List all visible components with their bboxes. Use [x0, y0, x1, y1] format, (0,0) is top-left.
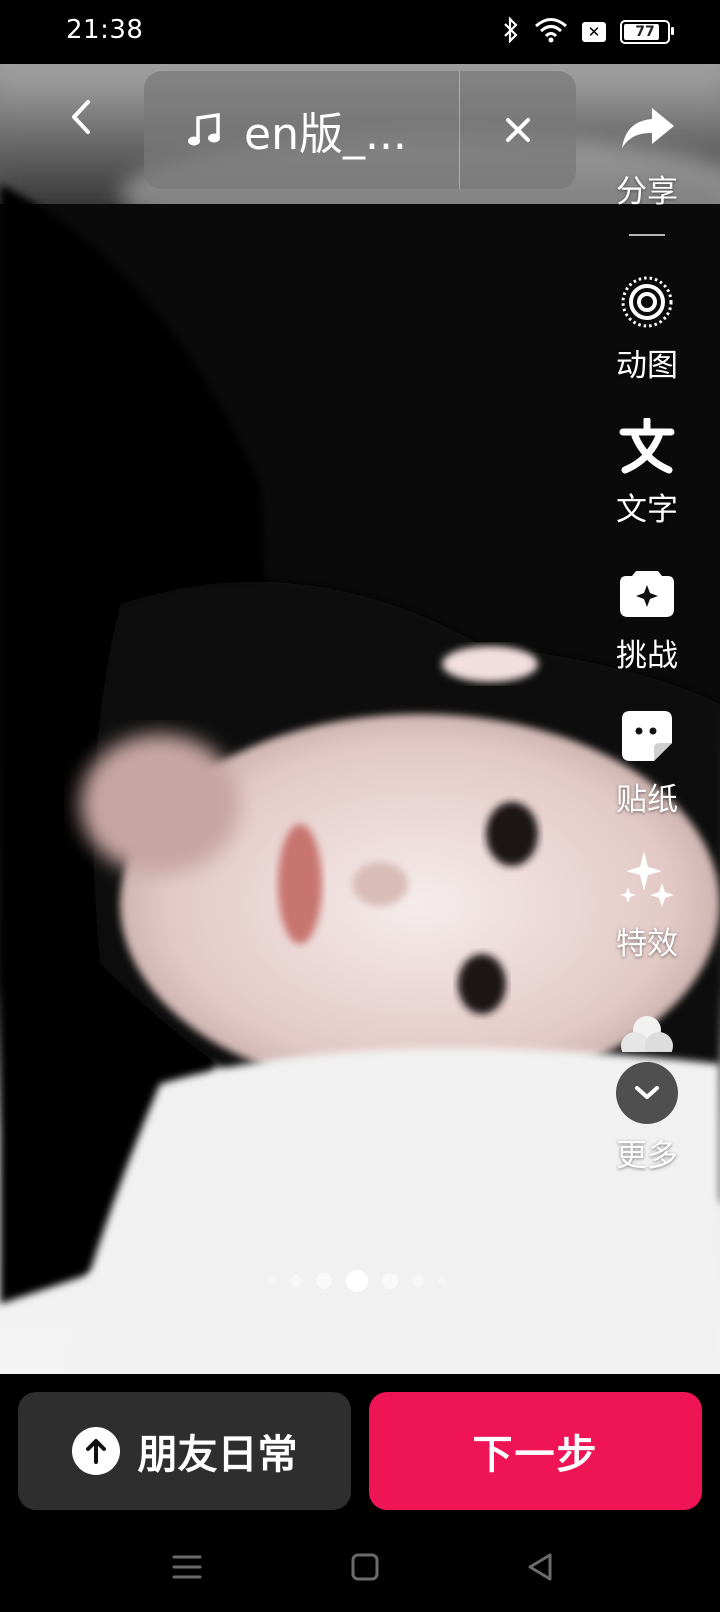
filter-icon [615, 1012, 679, 1052]
music-selector[interactable]: en版_... [144, 71, 576, 189]
more-button[interactable] [616, 1062, 678, 1124]
sparkle-icon [615, 848, 679, 912]
wifi-icon [534, 17, 568, 47]
text-tool[interactable]: 文字 [592, 414, 702, 529]
live-photo-tool[interactable]: 动图 [592, 270, 702, 385]
more-tool[interactable]: 更多 [592, 1062, 702, 1175]
battery-icon: 77 [620, 20, 674, 44]
triangle-back-icon [528, 1553, 552, 1581]
friends-daily-label: 朋友日常 [137, 1432, 298, 1478]
page-dot [268, 1277, 276, 1285]
live-photo-icon [615, 270, 679, 334]
back-button[interactable] [62, 96, 104, 138]
share-label: 分享 [616, 174, 678, 210]
effects-label: 特效 [616, 926, 678, 962]
music-title: en版_... [244, 109, 407, 160]
next-label: 下一步 [472, 1432, 599, 1478]
share-arrow-icon [615, 96, 679, 160]
text-icon [615, 414, 679, 478]
effects-tool[interactable]: 特效 [592, 848, 702, 963]
friends-daily-button[interactable]: 朋友日常 [18, 1392, 351, 1510]
live-photo-label: 动图 [616, 348, 678, 384]
status-time: 21:38 [66, 15, 144, 45]
page-indicator [268, 1270, 446, 1292]
challenge-label: 挑战 [616, 638, 678, 674]
remove-music-button[interactable] [460, 71, 576, 189]
sticker-icon [615, 704, 679, 768]
arrow-up-icon [71, 1427, 120, 1475]
music-info[interactable]: en版_... [144, 71, 459, 189]
music-note-icon [184, 110, 224, 150]
page-dot [290, 1275, 302, 1287]
bluetooth-icon [502, 16, 520, 47]
recents-button[interactable] [162, 1542, 212, 1592]
sticker-tool[interactable]: 贴纸 [592, 704, 702, 819]
home-button[interactable] [340, 1542, 390, 1592]
square-icon [351, 1553, 379, 1581]
more-label: 更多 [616, 1138, 678, 1174]
text-label: 文字 [616, 492, 678, 528]
page-dot [438, 1277, 446, 1285]
page-dot [412, 1275, 424, 1287]
system-nav-bar [0, 1522, 720, 1612]
page-dot [382, 1273, 398, 1289]
challenge-icon [615, 560, 679, 624]
back-nav-button[interactable] [515, 1542, 565, 1592]
status-icons: ✕ 77 [502, 16, 674, 47]
chevron-left-icon [72, 100, 90, 134]
chevron-down-icon [635, 1086, 659, 1099]
battery-level: 77 [635, 24, 655, 40]
sticker-label: 贴纸 [616, 782, 678, 818]
filter-tool-partial[interactable] [592, 1012, 702, 1052]
status-bar: 21:38 ✕ 77 [0, 0, 720, 64]
next-button[interactable]: 下一步 [369, 1392, 702, 1510]
toolbar-divider [629, 234, 665, 236]
no-sim-icon: ✕ [582, 22, 606, 42]
share-tool[interactable]: 分享 [592, 96, 702, 211]
page-dot [316, 1273, 332, 1289]
menu-icon [172, 1555, 202, 1579]
page-dot-active [346, 1270, 368, 1292]
challenge-tool[interactable]: 挑战 [592, 560, 702, 675]
close-icon [506, 118, 530, 142]
